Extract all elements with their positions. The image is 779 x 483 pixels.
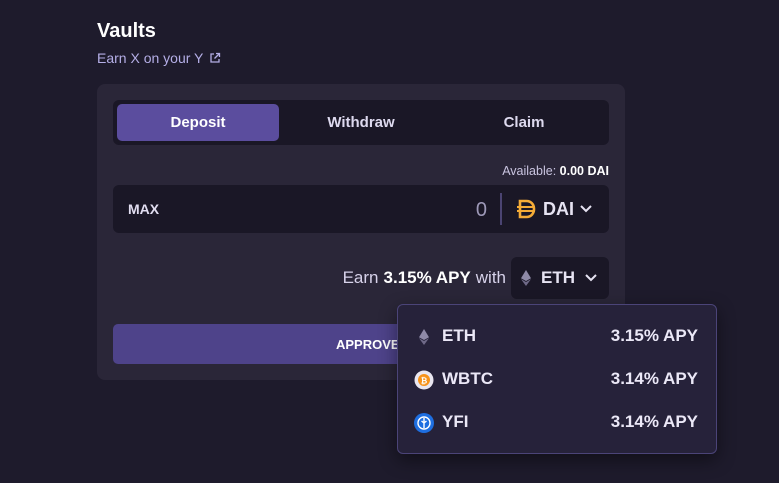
chevron-down-icon <box>585 274 597 282</box>
earn-token-dropdown: ETH 3.15% APY ₿ WBTC 3.14% APY YFI 3.14%… <box>397 304 717 454</box>
available-balance: Available: 0.00 DAI <box>502 164 609 178</box>
chevron-down-icon <box>580 205 592 213</box>
earn-row: Earn 3.15% APY with ETH <box>343 256 609 300</box>
available-label: Available: <box>502 164 557 178</box>
option-apy: 3.14% APY <box>610 412 698 431</box>
available-value: 0.00 DAI <box>559 164 609 178</box>
amount-input[interactable] <box>193 195 489 225</box>
page-subtitle-link[interactable]: Earn X on your Y <box>97 50 221 66</box>
max-button[interactable]: MAX <box>128 201 159 217</box>
option-symbol: WBTC <box>442 369 493 388</box>
dropdown-option-eth[interactable]: ETH 3.15% APY <box>398 315 716 357</box>
page-title: Vaults <box>97 20 156 42</box>
option-symbol: YFI <box>442 412 469 431</box>
divider <box>500 193 502 225</box>
external-link-icon <box>210 52 221 63</box>
tab-bar: Deposit Withdraw Claim <box>113 100 609 145</box>
option-apy: 3.14% APY <box>610 369 698 388</box>
dai-icon <box>517 199 536 219</box>
token-select-label: DAI <box>543 198 574 219</box>
eth-icon <box>521 270 531 286</box>
earn-token-label: ETH <box>541 268 575 287</box>
amount-row: MAX DAI <box>113 185 609 233</box>
earn-apy: 3.15% APY <box>383 268 471 287</box>
tab-withdraw[interactable]: Withdraw <box>280 104 442 141</box>
option-apy: 3.15% APY <box>610 326 698 345</box>
earn-token-select[interactable]: ETH <box>511 257 609 299</box>
wbtc-icon: ₿ <box>414 370 434 390</box>
earn-suffix: with <box>475 268 506 287</box>
dropdown-option-wbtc[interactable]: ₿ WBTC 3.14% APY <box>398 358 716 400</box>
option-symbol: ETH <box>442 326 476 345</box>
eth-icon <box>414 327 434 347</box>
subtitle-text: Earn X on your Y <box>97 50 204 66</box>
earn-prefix: Earn <box>342 268 379 287</box>
dropdown-option-yfi[interactable]: YFI 3.14% APY <box>398 401 716 443</box>
approve-label: APPROVE <box>336 336 400 352</box>
svg-text:₿: ₿ <box>421 377 428 386</box>
tab-claim[interactable]: Claim <box>443 104 605 141</box>
tab-deposit[interactable]: Deposit <box>117 104 279 141</box>
yfi-icon <box>414 413 434 433</box>
token-select[interactable]: DAI <box>515 195 592 223</box>
